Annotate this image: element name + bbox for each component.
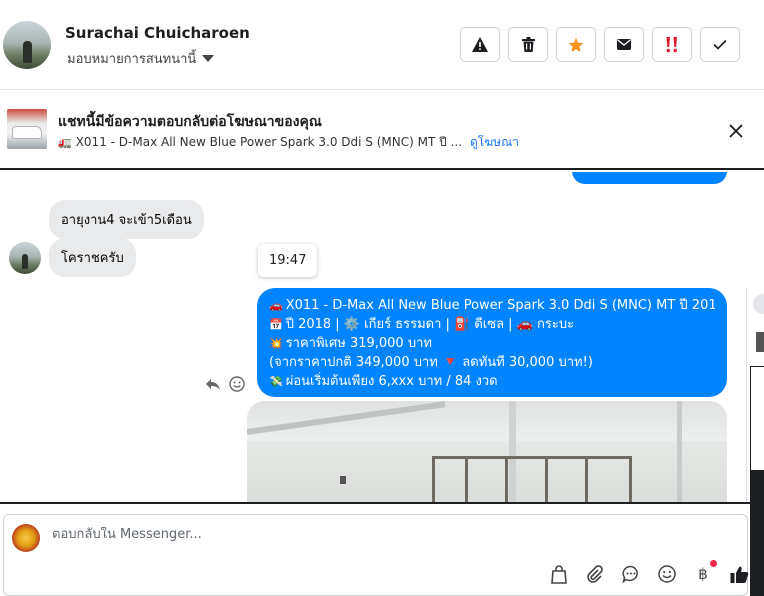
trash-icon xyxy=(521,37,535,52)
message-text: โคราชครับ xyxy=(61,251,124,266)
car-icon: 🚗 xyxy=(269,299,283,312)
truck-icon: 🚛 xyxy=(58,136,72,149)
contact-avatar-small[interactable] xyxy=(9,242,41,274)
message-line-text: ปี 2018 | ⚙️ เกียร์ ธรรมดา | ⛽ ดีเซล | 🚗… xyxy=(285,317,575,332)
message-line-text: (จากราคาปกติ 349,000 บาท 🔻 ลดทันที 30,00… xyxy=(269,355,593,370)
previous-outgoing-message xyxy=(572,172,727,184)
ad-banner-title: แชทนี้มีข้อความตอบกลับต่อโฆษณาของคุณ xyxy=(58,114,322,130)
explosion-icon: 💥 xyxy=(269,337,283,350)
mark-done-button[interactable] xyxy=(700,27,740,62)
double-exclamation-icon xyxy=(666,36,677,52)
incoming-message[interactable]: อายุงาน4 จะเข้า5เดือน xyxy=(49,200,204,239)
ad-banner-subtitle: 🚛 X011 - D-Max All New Blue Power Spark … xyxy=(58,133,519,152)
emoji-icon[interactable] xyxy=(657,564,677,584)
composer-divider xyxy=(0,502,764,504)
message-photo[interactable] xyxy=(247,401,727,502)
panel-divider xyxy=(750,470,764,596)
mark-unread-button[interactable] xyxy=(604,27,644,62)
paperclip-icon[interactable] xyxy=(585,564,605,584)
star-button[interactable] xyxy=(556,27,596,62)
incoming-message[interactable]: โคราชครับ xyxy=(49,238,136,277)
message-line-text: ผ่อนเริ่มต้นเพียง 6,xxx บาท / 84 งวด xyxy=(285,374,498,389)
notification-dot xyxy=(710,560,717,567)
delete-button[interactable] xyxy=(508,27,548,62)
envelope-icon xyxy=(617,39,631,50)
outgoing-message[interactable]: 🚗 X011 - D-Max All New Blue Power Spark 3… xyxy=(257,288,727,397)
reply-input[interactable] xyxy=(52,527,452,542)
baht-icon[interactable]: ฿ xyxy=(693,560,717,584)
chat-bubble-icon[interactable] xyxy=(621,564,641,584)
message-line: 💥 ราคาพิเศษ 319,000 บาท xyxy=(269,334,715,353)
message-composer: ฿ xyxy=(3,514,748,596)
message-line-text: X011 - D-Max All New Blue Power Spark 3.… xyxy=(285,298,715,313)
close-icon[interactable] xyxy=(727,122,745,140)
message-line: 📅 ปี 2018 | ⚙️ เกียร์ ธรรมดา | ⛽ ดีเซล | … xyxy=(269,315,715,334)
message-thread[interactable]: อายุงาน4 จะเข้า5เดือน โคราชครับ 19:47 🚗 X… xyxy=(0,172,764,502)
checkmark-icon xyxy=(713,39,727,50)
message-line-text: ราคาพิเศษ 319,000 บาท xyxy=(285,336,432,351)
star-icon xyxy=(568,37,584,52)
ad-text: X011 - D-Max All New Blue Power Spark 3.… xyxy=(75,135,463,149)
baht-symbol: ฿ xyxy=(698,565,708,583)
chevron-down-icon xyxy=(202,55,215,62)
timestamp-tooltip: 19:47 xyxy=(258,244,318,277)
money-wings-icon: 💸 xyxy=(269,375,283,388)
conversation-header: Surachai Chuicharoen มอบหมายการสนทนานี้ xyxy=(0,0,764,90)
ad-reply-banner: แชทนี้มีข้อความตอบกลับต่อโฆษณาของคุณ 🚛 X… xyxy=(0,91,764,170)
smiley-icon[interactable] xyxy=(229,376,245,392)
page-avatar xyxy=(12,524,40,552)
calendar-icon: 📅 xyxy=(269,318,283,331)
important-button[interactable] xyxy=(652,27,692,62)
message-line: 💸 ผ่อนเริ่มต้นเพียง 6,xxx บาท / 84 งวด xyxy=(269,372,715,391)
contact-name[interactable]: Surachai Chuicharoen xyxy=(65,24,250,42)
assign-label: มอบหมายการสนทนานี้ xyxy=(67,52,197,67)
ad-thumbnail[interactable] xyxy=(7,109,47,149)
shopping-bag-icon[interactable] xyxy=(549,564,569,584)
view-ad-link[interactable]: ดูโฆษณา xyxy=(470,133,519,152)
contact-avatar[interactable] xyxy=(3,21,51,69)
message-hover-tools xyxy=(205,376,245,392)
reply-icon[interactable] xyxy=(205,376,221,392)
header-actions xyxy=(460,27,740,62)
report-button[interactable] xyxy=(460,27,500,62)
message-line: (จากราคาปกติ 349,000 บาท 🔻 ลดทันที 30,00… xyxy=(269,353,715,372)
message-line: 🚗 X011 - D-Max All New Blue Power Spark 3… xyxy=(269,296,715,315)
assign-conversation-dropdown[interactable]: มอบหมายการสนทนานี้ xyxy=(67,48,215,69)
thumbs-up-icon[interactable] xyxy=(729,564,749,584)
composer-tools: ฿ xyxy=(549,560,749,584)
message-text: อายุงาน4 จะเข้า5เดือน xyxy=(61,213,192,228)
warning-icon xyxy=(472,37,488,52)
